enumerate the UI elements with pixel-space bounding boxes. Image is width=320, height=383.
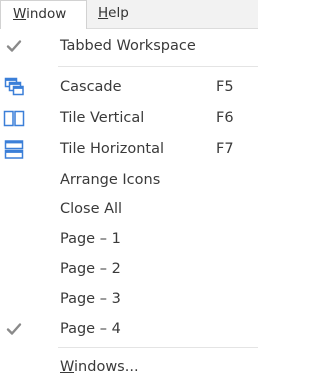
menu-item-page-1[interactable]: Page – 1 <box>0 224 258 255</box>
windows-label-rest: indows... <box>74 359 139 375</box>
menu-item-cascade[interactable]: Cascade F5 <box>0 72 258 103</box>
menu-item-page-2[interactable]: Page – 2 <box>0 254 258 285</box>
menu-item-close-all[interactable]: Close All <box>0 194 258 225</box>
menu-item-page-3[interactable]: Page – 3 <box>0 284 258 315</box>
menu-item-label: Page – 2 <box>60 261 121 277</box>
menu-item-tile-horizontal[interactable]: Tile Horizontal F7 <box>0 134 258 165</box>
menu-item-windows[interactable]: Windows... <box>0 352 258 383</box>
window-menu-mnemonic: W <box>13 6 27 22</box>
menu-item-page-4[interactable]: Page – 4 <box>0 314 258 345</box>
menu-item-label: Windows... <box>60 352 139 383</box>
menu-separator <box>58 66 258 67</box>
checkmark-icon <box>6 323 22 335</box>
shortcut-label: F5 <box>216 79 234 95</box>
cascade-windows-icon <box>4 77 24 96</box>
windows-mnemonic: W <box>60 359 75 375</box>
checkmark-icon <box>6 40 22 52</box>
menu-separator <box>58 347 258 348</box>
menu-item-tile-vertical[interactable]: Tile Vertical F6 <box>0 103 258 134</box>
help-menu-mnemonic: H <box>98 5 109 21</box>
help-menu-label: elp <box>108 5 129 21</box>
menu-item-label: Page – 1 <box>60 231 121 247</box>
menu-item-label: Arrange Icons <box>60 172 161 188</box>
menu-bar: Window Help <box>0 0 258 30</box>
help-menu[interactable]: Help <box>98 0 158 29</box>
window-dropdown-menu: Tabbed Workspace Cascade F5 Tile Vertica… <box>0 29 258 381</box>
menu-item-tabbed-workspace[interactable]: Tabbed Workspace <box>0 31 258 62</box>
menu-item-label: Page – 3 <box>60 291 121 307</box>
menu-item-label: Cascade <box>60 79 122 95</box>
window-menu[interactable]: Window <box>0 0 87 30</box>
menu-item-arrange-icons[interactable]: Arrange Icons <box>0 165 258 196</box>
shortcut-label: F7 <box>216 141 234 157</box>
menu-item-label: Page – 4 <box>60 321 121 337</box>
window-menu-label: indow <box>26 6 67 22</box>
menu-item-label: Tabbed Workspace <box>60 38 196 54</box>
menu-item-label: Tile Horizontal <box>60 141 165 157</box>
menu-item-label: Close All <box>60 201 123 217</box>
shortcut-label: F6 <box>216 110 234 126</box>
tile-horizontal-icon <box>4 140 24 159</box>
tile-vertical-icon <box>3 110 25 127</box>
menu-item-label: Tile Vertical <box>60 110 145 126</box>
